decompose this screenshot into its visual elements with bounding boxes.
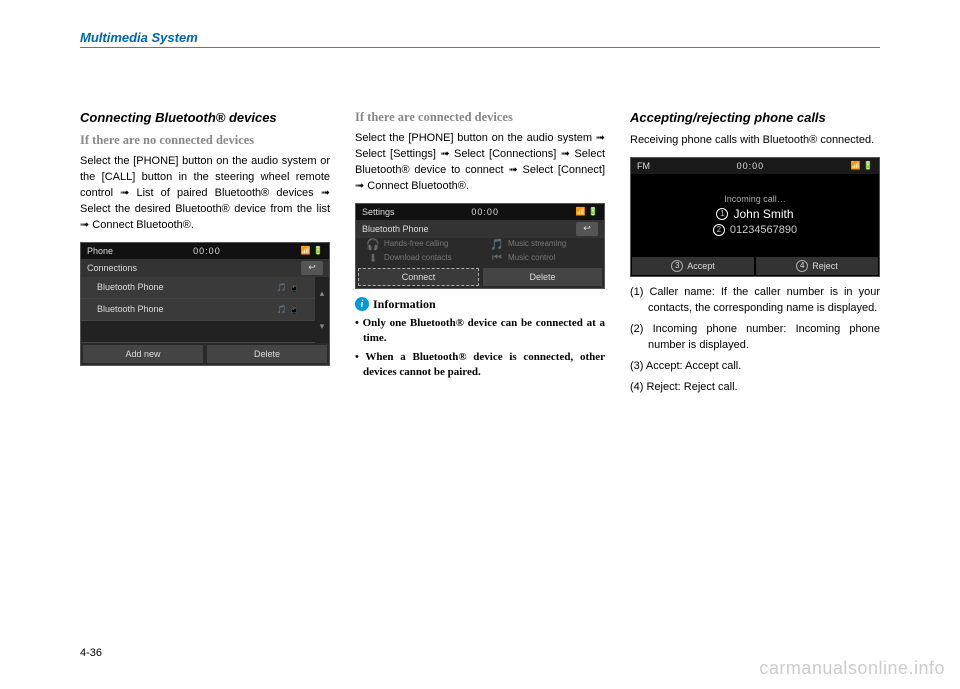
ss1-clock: 00:00 [113,246,301,256]
legend-4: (4) Reject: Reject call. [630,380,880,396]
ss3-button-row: 3 Accept 4 Reject [631,256,879,276]
column-2: If there are connected devices Select th… [355,110,605,401]
ss2-status-icons: 📶 🔋 [576,207,598,216]
ss3-body: Incoming call… 1 John Smith 2 0123456789… [631,174,879,256]
phone-audio-icon: 🎵 📱 [277,283,299,292]
music-control-option[interactable]: ⏮ Music control [480,252,604,266]
ss2-option-row-2: ⬇ Download contacts ⏮ Music control [356,252,604,266]
caller-name-row: 1 John Smith [716,207,793,221]
caller-number: 01234567890 [730,224,797,236]
subhead-connected: If there are connected devices [355,110,605,125]
opt-label: Music streaming [508,240,566,249]
music-icon: 🎵 [490,238,504,252]
content-columns: Connecting Bluetooth® devices If there a… [80,110,880,401]
heading-connecting: Connecting Bluetooth® devices [80,110,330,125]
para-receiving: Receiving phone calls with Bluetooth® co… [630,133,880,149]
info-bullet-1: • Only one Bluetooth® device can be conn… [355,316,605,347]
section-title: Multimedia System [80,30,880,48]
ss2-topbar: Settings 00:00 📶 🔋 [356,204,604,220]
column-3: Accepting/rejecting phone calls Receivin… [630,110,880,401]
ss1-topbar: Phone 00:00 📶 🔋 [81,243,329,259]
connect-button[interactable]: Connect [358,268,479,286]
info-icon: i [355,297,369,311]
info-heading: i Information [355,297,605,312]
marker-3-icon: 3 [671,260,683,272]
info-label: Information [373,297,436,312]
back-icon[interactable]: ↩ [576,222,598,236]
legend-2: (2) Incoming phone number: Incoming phon… [630,322,880,354]
page-header: Multimedia System [80,30,880,48]
ss3-clock: 00:00 [650,161,851,171]
delete-button[interactable]: Delete [207,345,327,363]
music-streaming-option[interactable]: 🎵 Music streaming [480,238,604,252]
headset-icon: 🎧 [366,238,380,252]
ss3-mode-label: FM [637,161,650,171]
ss2-mode-label: Settings [362,207,395,217]
ss2-option-row-1: 🎧 Hands-free calling 🎵 Music streaming [356,238,604,252]
marker-2-icon: 2 [713,224,725,236]
screenshot-connections: Phone 00:00 📶 🔋 Connections ↩ Bluetooth … [80,242,330,366]
legend-list: (1) Caller name: If the caller number is… [630,285,880,396]
ss2-subbar: Bluetooth Phone ↩ [356,220,604,238]
back-icon[interactable]: ↩ [301,261,323,275]
prev-track-icon: ⏮ [490,252,504,266]
reject-button[interactable]: 4 Reject [756,257,878,275]
ss1-scroll[interactable]: ▴ ▾ [315,277,329,343]
para-no-connected: Select the [PHONE] button on the audio s… [80,154,330,234]
opt-label: Hands-free calling [384,240,448,249]
caller-name: John Smith [733,207,793,221]
subhead-no-connected: If there are no connected devices [80,133,330,148]
ss2-subtitle: Bluetooth Phone [362,224,429,234]
column-1: Connecting Bluetooth® devices If there a… [80,110,330,401]
ss3-topbar: FM 00:00 📶 🔋 [631,158,879,174]
legend-3: (3) Accept: Accept call. [630,359,880,375]
scroll-down-icon[interactable]: ▾ [315,310,329,343]
ss1-mode-label: Phone [87,246,113,256]
ss2-clock: 00:00 [395,207,576,217]
ss1-row-1-label: Bluetooth Phone [97,282,164,292]
opt-label: Download contacts [384,254,452,263]
ss1-button-row: Add new Delete [81,343,329,365]
handsfree-option[interactable]: 🎧 Hands-free calling [356,238,480,252]
ss1-subtitle: Connections [87,263,137,273]
reject-label: Reject [812,261,838,271]
ss1-row-1[interactable]: Bluetooth Phone 🎵 📱 [81,277,315,299]
ss1-subbar: Connections ↩ [81,259,329,277]
ss1-row-empty [81,321,315,343]
ss3-status-icons: 📶 🔋 [851,161,873,170]
screenshot-bt-phone: Settings 00:00 📶 🔋 Bluetooth Phone ↩ 🎧 H… [355,203,605,289]
para-connected: Select the [PHONE] button on the audio s… [355,131,605,195]
heading-accepting: Accepting/rejecting phone calls [630,110,880,125]
ss2-button-row: Connect Delete [356,266,604,288]
accept-label: Accept [687,261,715,271]
ss1-list: Bluetooth Phone 🎵 📱 Bluetooth Phone 🎵 📱 … [81,277,329,343]
incoming-label: Incoming call… [724,194,786,204]
accept-button[interactable]: 3 Accept [632,257,754,275]
screenshot-incoming-call: FM 00:00 📶 🔋 Incoming call… 1 John Smith… [630,157,880,277]
info-bullet-2: • When a Bluetooth® device is connected,… [355,350,605,381]
ss1-row-2[interactable]: Bluetooth Phone 🎵 📱 [81,299,315,321]
ss1-status-icons: 📶 🔋 [301,246,323,255]
watermark: carmanualsonline.info [759,658,945,679]
delete-button[interactable]: Delete [483,268,602,286]
caller-number-row: 2 01234567890 [713,224,797,236]
download-contacts-option[interactable]: ⬇ Download contacts [356,252,480,266]
download-icon: ⬇ [366,252,380,266]
legend-1: (1) Caller name: If the caller number is… [630,285,880,317]
marker-4-icon: 4 [796,260,808,272]
ss1-row-2-label: Bluetooth Phone [97,304,164,314]
phone-audio-icon: 🎵 📱 [277,305,299,314]
marker-1-icon: 1 [716,208,728,220]
page-number: 4-36 [80,647,102,659]
scroll-up-icon[interactable]: ▴ [315,277,329,310]
add-new-button[interactable]: Add new [83,345,203,363]
opt-label: Music control [508,254,555,263]
